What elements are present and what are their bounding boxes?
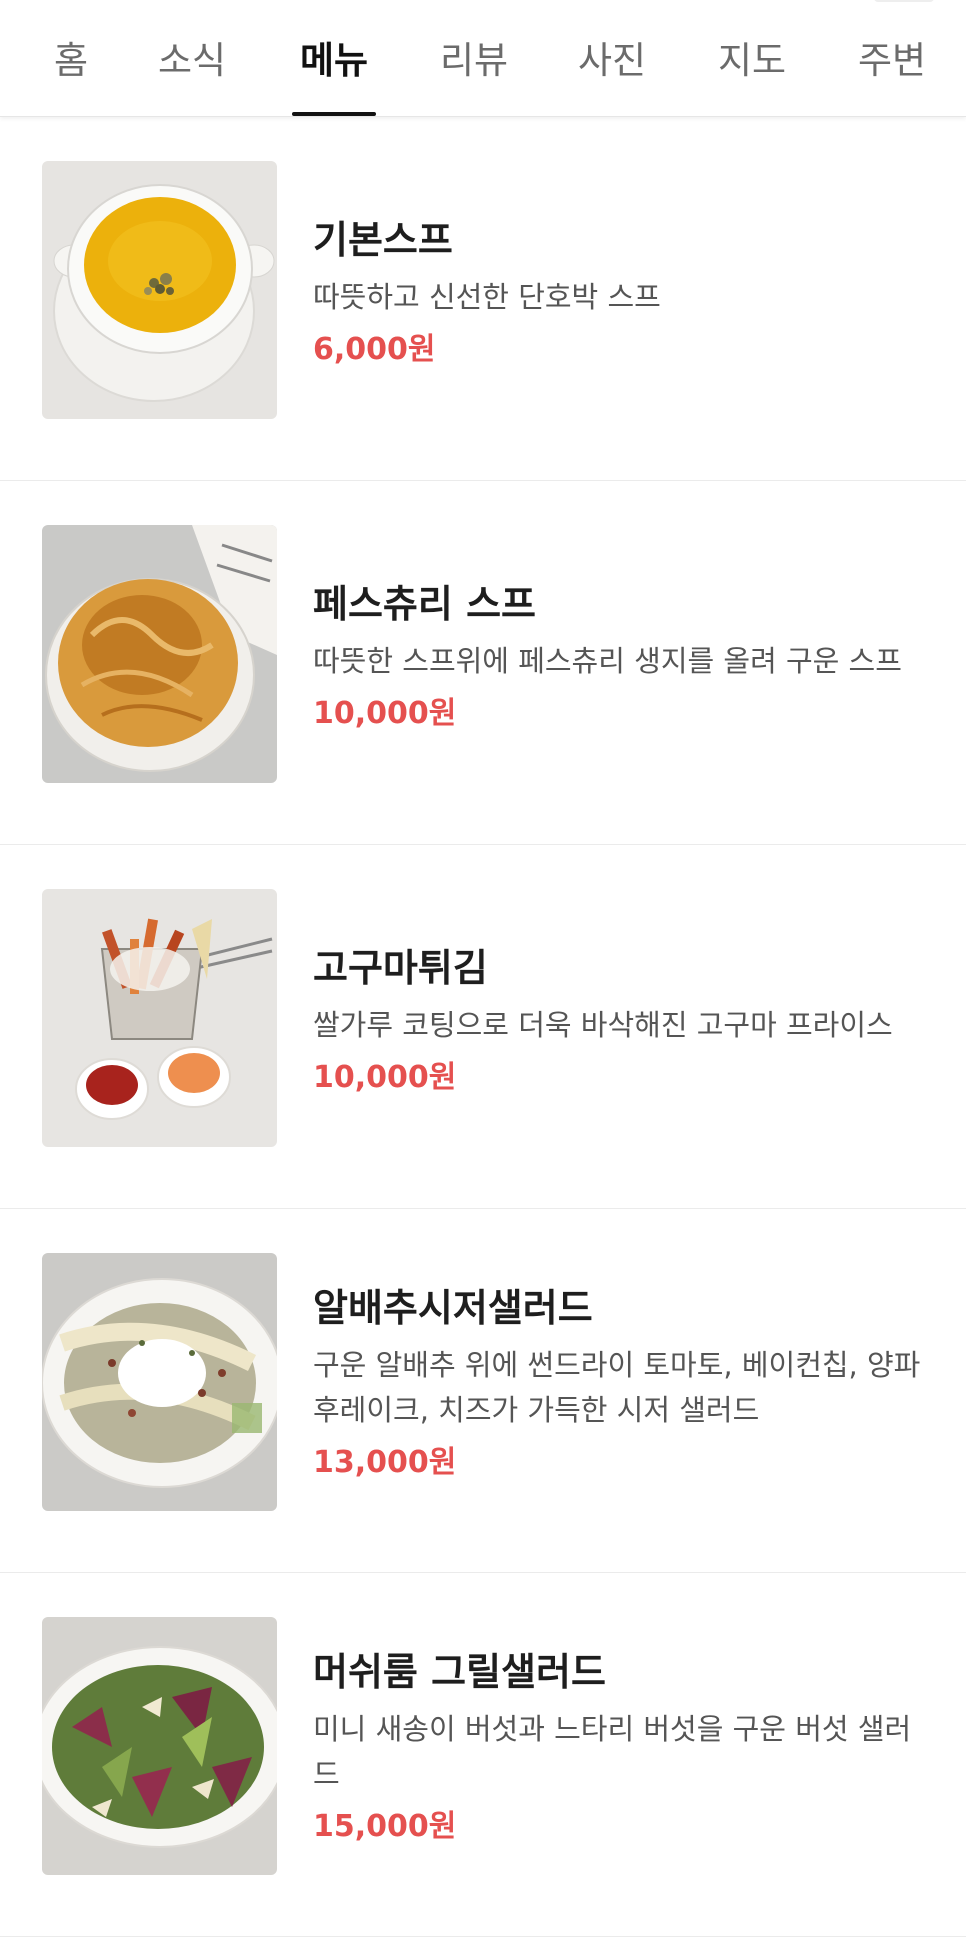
- menu-item[interactable]: 페스츄리 스프 따뜻한 스프위에 페스츄리 생지를 올려 구운 스프 10,00…: [0, 481, 966, 845]
- active-tab-underline: [292, 112, 377, 116]
- menu-item-price: 10,000원: [313, 1060, 457, 1095]
- menu-item-description: 따뜻하고 신선한 단호박 스프: [313, 280, 661, 314]
- tab-photos[interactable]: 사진: [578, 30, 646, 116]
- menu-item-description: 쌀가루 코팅으로 더욱 바삭해진 고구마 프라이스: [313, 1008, 893, 1042]
- menu-item-price: 10,000원: [313, 696, 457, 731]
- tab-menu[interactable]: 메뉴: [292, 30, 377, 116]
- menu-item-name: 페스츄리 스프: [313, 582, 536, 626]
- menu-item-name: 고구마튀김: [313, 946, 488, 990]
- menu-item-price: 6,000원: [313, 332, 436, 367]
- menu-item-info: 고구마튀김 쌀가루 코팅으로 더욱 바삭해진 고구마 프라이스 10,000원: [313, 945, 930, 1098]
- menu-item-price: 15,000원: [313, 1809, 457, 1844]
- caesar-salad-photo: [42, 1253, 277, 1511]
- tab-bar: 홈 소식 메뉴 리뷰 사진 지도 주변: [0, 0, 966, 117]
- tab-reviews[interactable]: 리뷰: [440, 30, 508, 116]
- menu-item-name: 알배추시저샐러드: [313, 1286, 593, 1330]
- pumpkin-soup-photo: [42, 161, 277, 419]
- menu-list: 기본스프 따뜻하고 신선한 단호박 스프 6,000원 페스츄리 스프 따뜻한 …: [0, 117, 966, 1937]
- menu-item[interactable]: 알배추시저샐러드 구운 알배추 위에 썬드라이 토마토, 베이컨칩, 양파 후레…: [0, 1209, 966, 1573]
- sweet-potato-fries-photo: [42, 889, 277, 1147]
- menu-item-info: 기본스프 따뜻하고 신선한 단호박 스프 6,000원: [313, 217, 930, 370]
- tab-home[interactable]: 홈: [54, 30, 88, 116]
- menu-item-description: 따뜻한 스프위에 페스츄리 생지를 올려 구운 스프: [313, 644, 902, 678]
- mushroom-salad-photo: [42, 1617, 277, 1875]
- pastry-soup-photo: [42, 525, 277, 783]
- tab-news[interactable]: 소식: [158, 30, 226, 116]
- menu-item-price: 13,000원: [313, 1445, 457, 1480]
- menu-item[interactable]: 고구마튀김 쌀가루 코팅으로 더욱 바삭해진 고구마 프라이스 10,000원: [0, 845, 966, 1209]
- scroll-indicator: [874, 0, 934, 2]
- menu-item-description: 미니 새송이 버섯과 느타리 버섯을 구운 버섯 샐러드: [313, 1712, 912, 1791]
- tab-nearby[interactable]: 주변: [858, 30, 926, 116]
- menu-item[interactable]: 머쉬룸 그릴샐러드 미니 새송이 버섯과 느타리 버섯을 구운 버섯 샐러드 1…: [0, 1573, 966, 1937]
- menu-item-description: 구운 알배추 위에 썬드라이 토마토, 베이컨칩, 양파 후레이크, 치즈가 가…: [313, 1348, 921, 1427]
- menu-item-info: 페스츄리 스프 따뜻한 스프위에 페스츄리 생지를 올려 구운 스프 10,00…: [313, 581, 930, 734]
- menu-item-name: 머쉬룸 그릴샐러드: [313, 1650, 606, 1694]
- menu-item-info: 머쉬룸 그릴샐러드 미니 새송이 버섯과 느타리 버섯을 구운 버섯 샐러드 1…: [313, 1649, 930, 1847]
- menu-item-name: 기본스프: [313, 218, 453, 262]
- menu-item[interactable]: 기본스프 따뜻하고 신선한 단호박 스프 6,000원: [0, 117, 966, 481]
- tab-map[interactable]: 지도: [718, 30, 786, 116]
- menu-item-info: 알배추시저샐러드 구운 알배추 위에 썬드라이 토마토, 베이컨칩, 양파 후레…: [313, 1285, 930, 1483]
